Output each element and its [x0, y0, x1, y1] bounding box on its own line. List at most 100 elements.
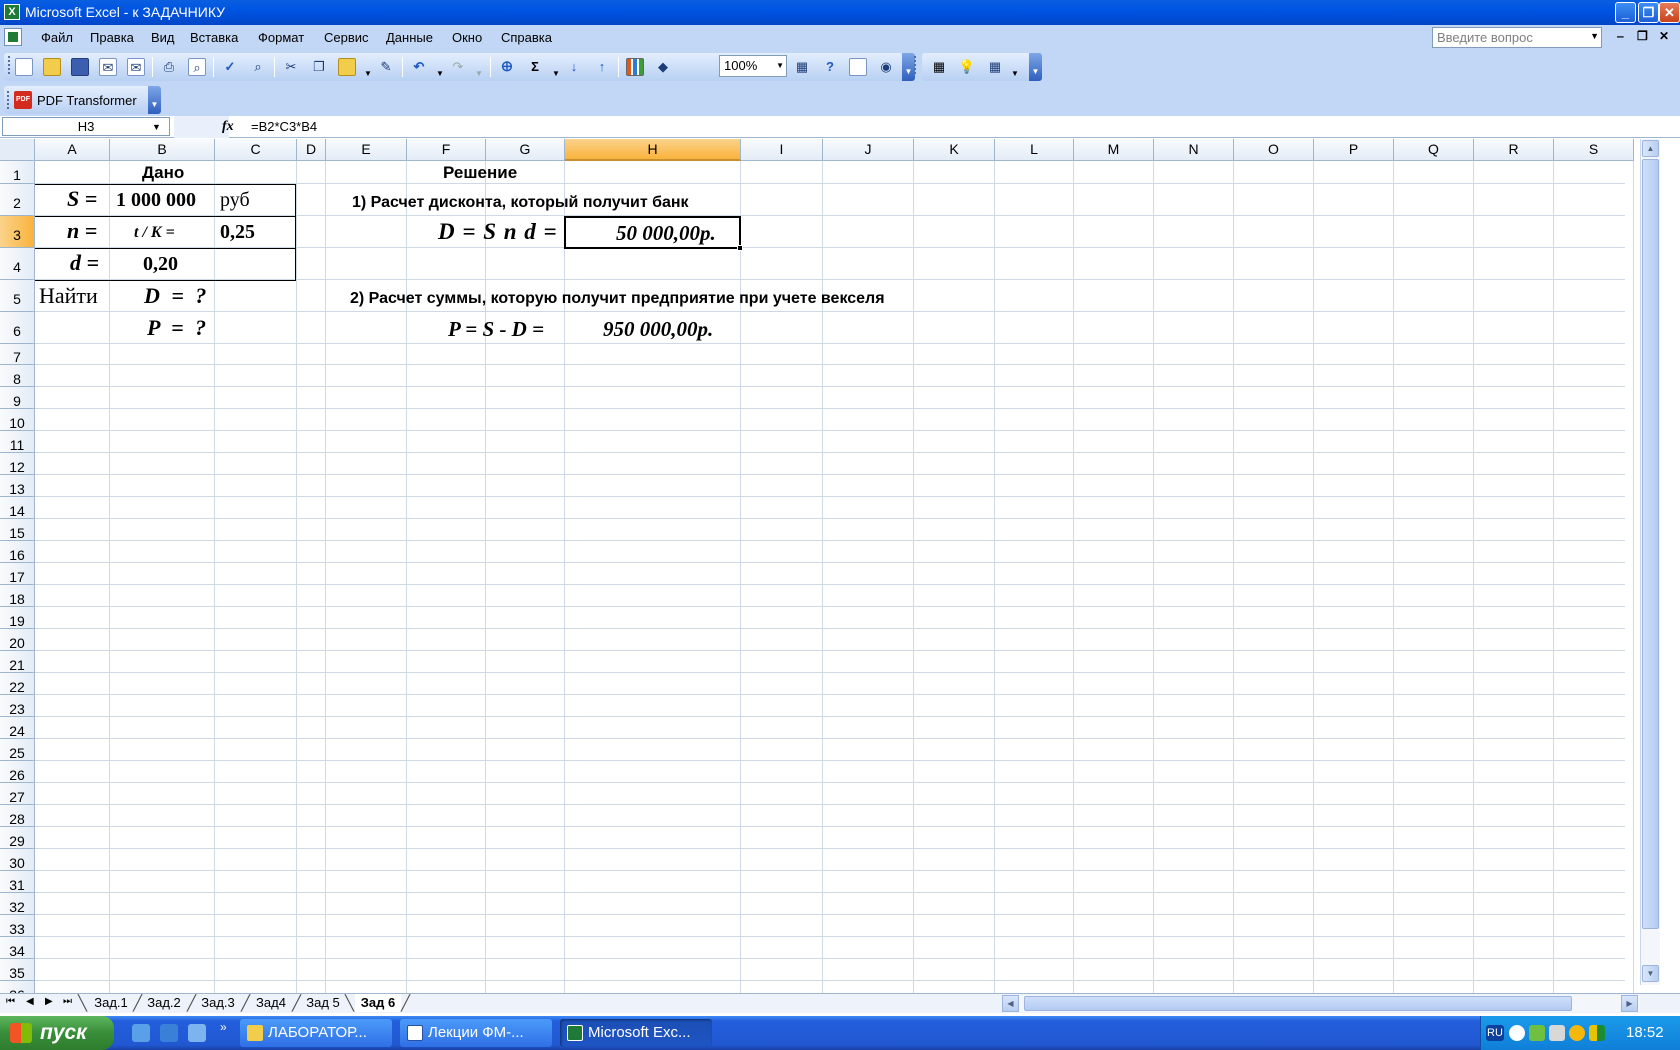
show-desktop-icon[interactable]: [132, 1024, 150, 1042]
help-search-input[interactable]: Введите вопрос ▼: [1432, 27, 1602, 48]
print-preview-icon[interactable]: ⌕: [188, 58, 206, 76]
row-header-23[interactable]: 23: [0, 695, 35, 717]
hyperlink-icon[interactable]: 🜨: [498, 58, 516, 76]
column-header-a[interactable]: A: [35, 139, 110, 161]
chevron-down-icon[interactable]: ▼: [436, 69, 444, 78]
row-header-1[interactable]: 1: [0, 161, 35, 184]
sheet-tab-active[interactable]: Зад 6: [355, 994, 401, 1012]
lightbulb-icon[interactable]: 💡: [958, 58, 976, 76]
name-box[interactable]: H3: [2, 117, 170, 136]
column-header-s[interactable]: S: [1554, 139, 1634, 161]
row-header-11[interactable]: 11: [0, 431, 35, 453]
chevron-down-icon[interactable]: ▼: [1590, 31, 1599, 41]
column-header-l[interactable]: L: [995, 139, 1074, 161]
sort-ascending-icon[interactable]: ↓: [565, 58, 583, 76]
row-header-22[interactable]: 22: [0, 673, 35, 695]
column-header-r[interactable]: R: [1474, 139, 1554, 161]
menu-format[interactable]: Формат: [258, 30, 304, 45]
scroll-right-button[interactable]: ▶: [1621, 995, 1638, 1012]
column-header-f[interactable]: F: [407, 139, 486, 161]
row-header-4[interactable]: 4: [0, 248, 35, 280]
record-icon[interactable]: ◉: [877, 58, 895, 76]
chevron-down-icon[interactable]: ▼: [364, 69, 372, 78]
column-header-m[interactable]: M: [1074, 139, 1154, 161]
row-header-34[interactable]: 34: [0, 937, 35, 959]
open-folder-icon[interactable]: [43, 58, 61, 76]
row-header-28[interactable]: 28: [0, 805, 35, 827]
menu-data[interactable]: Данные: [386, 30, 433, 45]
row-header-8[interactable]: 8: [0, 365, 35, 387]
toolbar-grip[interactable]: [914, 56, 917, 74]
spelling-icon[interactable]: ✓: [221, 58, 239, 76]
print-icon[interactable]: ⎙: [160, 58, 178, 76]
research-icon[interactable]: ⌕: [249, 58, 267, 76]
xml-icon[interactable]: [849, 58, 867, 76]
menu-view[interactable]: Вид: [151, 30, 175, 45]
save-icon[interactable]: [71, 58, 89, 76]
next-sheet-icon[interactable]: ▶: [45, 996, 53, 1007]
zoom-select[interactable]: 100% ▼: [719, 55, 787, 77]
scroll-thumb[interactable]: [1024, 996, 1572, 1011]
quicklaunch-more-icon[interactable]: »: [220, 1020, 227, 1034]
minimize-button[interactable]: _: [1615, 2, 1636, 23]
excel-app-icon[interactable]: X: [4, 4, 20, 20]
column-header-p[interactable]: P: [1314, 139, 1394, 161]
task-lectures[interactable]: Лекции ФМ-...: [400, 1019, 552, 1047]
column-header-o[interactable]: O: [1234, 139, 1314, 161]
scroll-down-button[interactable]: ▼: [1642, 965, 1659, 982]
menu-insert[interactable]: Вставка: [190, 30, 238, 45]
formula-input[interactable]: =B2*C3*B4: [251, 119, 317, 134]
menu-edit[interactable]: Правка: [90, 30, 134, 45]
start-button[interactable]: пуск: [0, 1016, 114, 1050]
email-icon[interactable]: ✉: [127, 58, 145, 76]
chart-wizard-icon[interactable]: [626, 58, 644, 76]
row-header-17[interactable]: 17: [0, 563, 35, 585]
row-header-20[interactable]: 20: [0, 629, 35, 651]
toolbar-grip[interactable]: [8, 56, 11, 74]
cut-icon[interactable]: ✂: [282, 58, 300, 76]
horizontal-scrollbar[interactable]: ◀ ▶: [1002, 995, 1640, 1012]
scroll-thumb[interactable]: [1642, 159, 1659, 929]
chevron-down-icon[interactable]: ▼: [1011, 69, 1019, 78]
row-header-7[interactable]: 7: [0, 344, 35, 365]
sheet-tab-5[interactable]: Зад 5: [302, 994, 344, 1012]
format-painter-icon[interactable]: ✎: [377, 58, 395, 76]
close-button[interactable]: ✕: [1659, 2, 1680, 23]
row-header-31[interactable]: 31: [0, 871, 35, 893]
help-icon[interactable]: ?: [821, 58, 839, 76]
column-header-c[interactable]: C: [215, 139, 297, 161]
vertical-scrollbar[interactable]: ▲ ▼: [1640, 139, 1660, 985]
row-header-25[interactable]: 25: [0, 739, 35, 761]
row-header-10[interactable]: 10: [0, 409, 35, 431]
quicklaunch-icon[interactable]: [188, 1024, 206, 1042]
permission-icon[interactable]: ✉: [99, 58, 117, 76]
column-header-b[interactable]: B: [110, 139, 215, 161]
drawing-icon[interactable]: ◆: [654, 58, 672, 76]
menu-help[interactable]: Справка: [501, 30, 552, 45]
pdf-transformer-button[interactable]: PDF PDF Transformer: [4, 86, 151, 114]
toolbar-options-button[interactable]: ▼: [148, 86, 161, 114]
autosum-icon[interactable]: Σ: [526, 58, 544, 76]
mail-icon[interactable]: [1569, 1025, 1585, 1041]
column-header-h[interactable]: H: [565, 139, 741, 161]
column-header-n[interactable]: N: [1154, 139, 1234, 161]
menu-file[interactable]: Файл: [41, 30, 73, 45]
doc-close-button[interactable]: ✕: [1659, 29, 1669, 43]
row-header-35[interactable]: 35: [0, 959, 35, 981]
toolbar-grip[interactable]: [7, 91, 10, 109]
task-laboratory[interactable]: ЛАБОРАТОР...: [240, 1019, 392, 1047]
column-header-i[interactable]: I: [741, 139, 823, 161]
row-header-29[interactable]: 29: [0, 827, 35, 849]
toolbar-options-button[interactable]: ▼: [1029, 53, 1042, 81]
row-header-9[interactable]: 9: [0, 387, 35, 409]
doc-restore-button[interactable]: ❐: [1637, 29, 1648, 43]
antivirus-icon[interactable]: [1589, 1025, 1605, 1041]
row-header-26[interactable]: 26: [0, 761, 35, 783]
row-header-18[interactable]: 18: [0, 585, 35, 607]
row-header-30[interactable]: 30: [0, 849, 35, 871]
usb-icon[interactable]: [1549, 1025, 1565, 1041]
insert-function-icon[interactable]: fx: [222, 119, 234, 135]
row-header-32[interactable]: 32: [0, 893, 35, 915]
chevron-down-icon[interactable]: ▼: [552, 69, 560, 78]
column-header-d[interactable]: D: [297, 139, 326, 161]
